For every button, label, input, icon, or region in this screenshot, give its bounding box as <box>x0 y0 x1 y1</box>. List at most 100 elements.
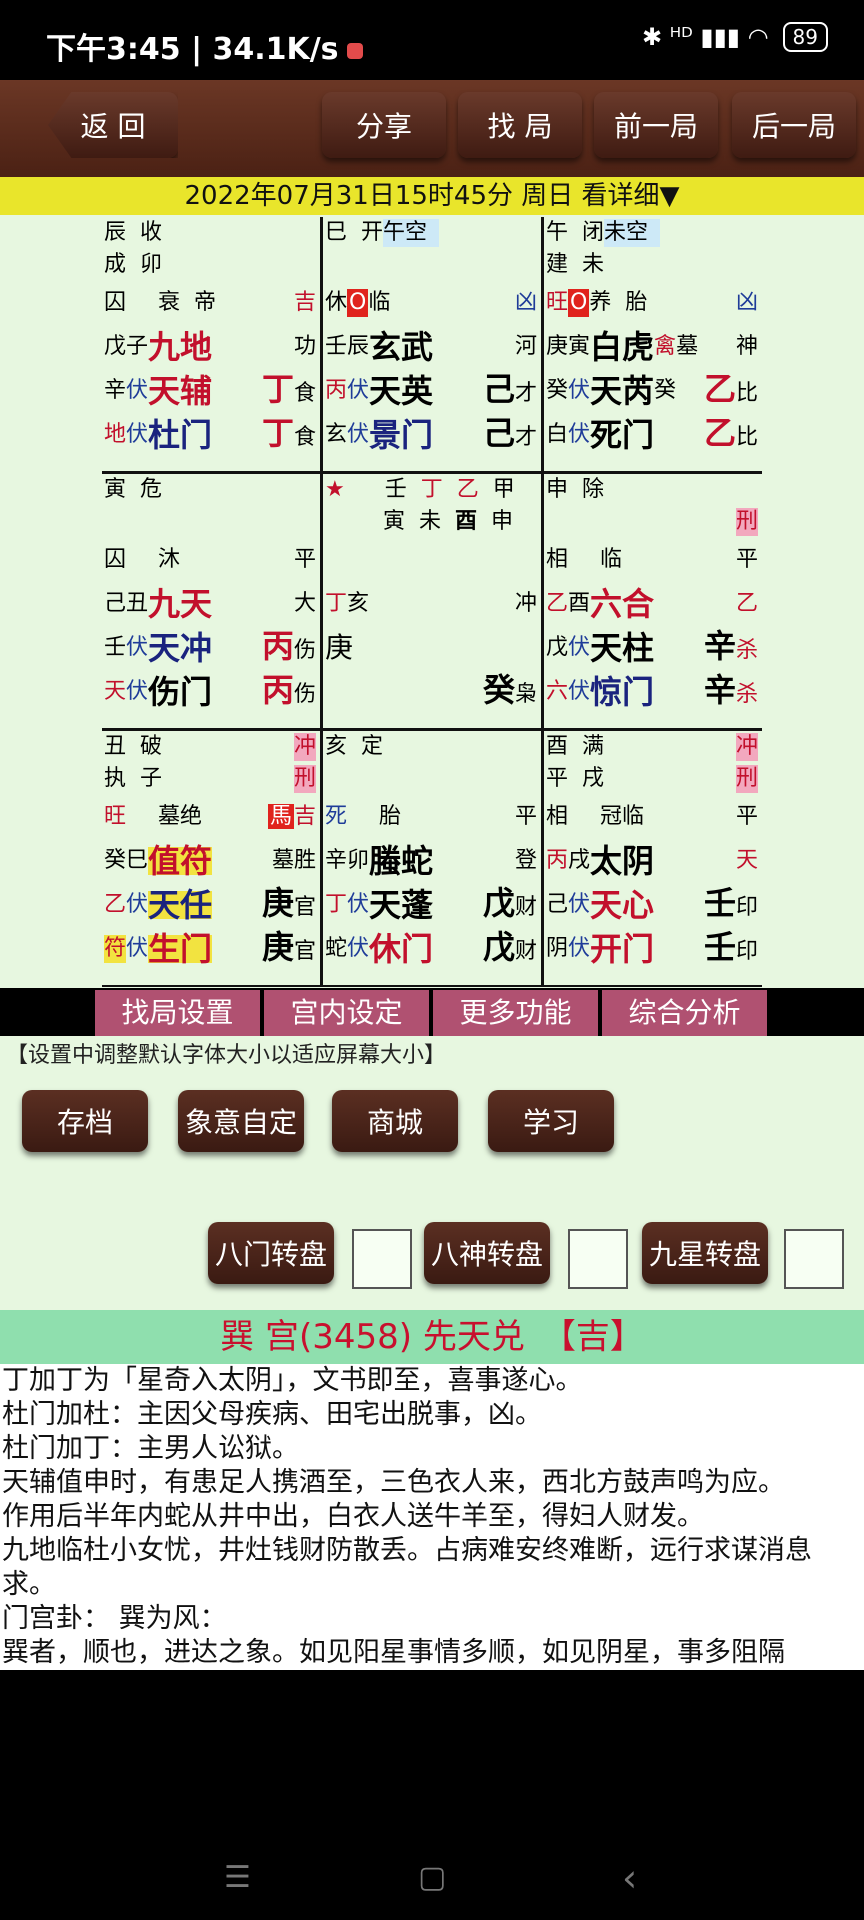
palace-cell-3[interactable]: 午闭未空 建未 旺O养胎凶 庚寅白虎禽墓神 癸伏天芮癸乙比 白伏死门 乙比 <box>544 217 762 471</box>
top-toolbar: 返 回 分享 找 局 前一局 后一局 <box>0 80 864 177</box>
label: 食 <box>293 380 316 406</box>
branch: 酉 <box>568 591 591 616</box>
officer: 满 <box>582 734 605 759</box>
find-button[interactable]: 找 局 <box>458 92 582 158</box>
tab-analysis[interactable]: 综合分析 <box>602 990 767 1036</box>
status-icons: ✱ ᴴᴰ ▮▮▮ ◠ 89 <box>642 22 828 52</box>
back-nav-icon[interactable]: ‹ <box>622 1856 637 1900</box>
palace-cell-7[interactable]: 丑破冲 执子刑 旺墓绝馬吉 癸巳值符 墓胜 乙伏天任 庚官 符伏生门 庚官 <box>102 731 320 985</box>
branch: 酉 <box>455 509 478 534</box>
star: 天英 <box>369 372 434 410</box>
palace-cell-1[interactable]: 辰收 成卯 囚衰帝吉 戊子九地功 辛伏天辅 丁食 地伏杜门 丁食 <box>102 217 320 471</box>
label: 执 <box>104 766 127 791</box>
branch: 子 <box>126 334 149 359</box>
label: 杀 <box>735 681 758 707</box>
share-button[interactable]: 分享 <box>322 92 446 158</box>
prev-button[interactable]: 前一局 <box>594 92 718 158</box>
branch: 申 <box>491 509 514 534</box>
back-button[interactable]: 返 回 <box>48 92 178 158</box>
door: 景门 <box>369 416 434 454</box>
jiuxing-rotate-button[interactable]: 九星转盘 <box>642 1222 768 1284</box>
state: 沐 <box>158 547 181 572</box>
door: 杜门 <box>148 416 213 454</box>
palace-title-bar: 巽 宫(3458) 先天兑 【吉】 <box>0 1310 864 1364</box>
label: 印 <box>735 938 758 964</box>
stem: 辛 <box>104 378 127 403</box>
label: 六 <box>546 679 569 704</box>
branch: 酉 <box>546 734 569 759</box>
stem: 己 <box>104 591 127 616</box>
branch: 未 <box>419 509 442 534</box>
stem: 壬 <box>104 635 127 660</box>
label: 官 <box>293 894 316 920</box>
bamen-checkbox[interactable] <box>352 1229 412 1289</box>
clash-badge: 冲 <box>293 733 316 761</box>
palace-cell-2[interactable]: 巳开午空 休O临凶 壬辰玄武河 丙伏天英 己才 玄伏景门 己才 <box>323 217 541 471</box>
label: 比 <box>735 380 758 406</box>
deity: 值符 <box>148 842 213 880</box>
learn-button[interactable]: 学习 <box>488 1090 614 1152</box>
status-time-text: 下午3:45 | 34.1K/s <box>46 32 339 67</box>
stem: 戊 <box>482 883 515 922</box>
fu-mark: 伏 <box>568 422 591 447</box>
save-button[interactable]: 存档 <box>22 1090 148 1152</box>
state: 临 <box>368 290 391 315</box>
bashen-checkbox[interactable] <box>568 1229 628 1289</box>
tab-palace-settings[interactable]: 宫内设定 <box>264 990 429 1036</box>
palace-cell-8[interactable]: 亥定 死胎平 辛卯螣蛇登 丁伏天蓬 戊财 蛇伏休门 戊财 <box>323 731 541 985</box>
label: 未 <box>582 252 605 277</box>
fu-mark: 伏 <box>568 679 591 704</box>
palace-cell-center[interactable]: ★ 壬丁乙甲 寅未酉申 丁亥冲 庚 癸枭 <box>323 474 541 728</box>
description-line: 作用后半年内蛇从井中出，白衣人送牛羊至，得妇人财发。 <box>2 1501 704 1532</box>
label: 子 <box>140 766 163 791</box>
officer: 破 <box>140 734 163 759</box>
state: 旺 <box>546 290 569 315</box>
label: 才 <box>514 424 537 450</box>
deity: 白虎 <box>590 328 655 366</box>
palace-cell-9[interactable]: 酉满冲 平戌刑 相冠临平 丙戌太阴天 己伏天心 壬印 阴伏开门 壬印 <box>544 731 762 985</box>
officer: 闭 <box>582 220 605 245</box>
fu-mark: 伏 <box>126 679 149 704</box>
system-navbar: ☰ ▢ ‹ <box>0 1840 864 1920</box>
fu-mark: 伏 <box>126 378 149 403</box>
tab-find-settings[interactable]: 找局设置 <box>95 990 260 1036</box>
stem: 丁 <box>325 591 348 616</box>
label: 平 <box>293 547 316 572</box>
branch: 寅 <box>104 477 127 502</box>
stem: 丁 <box>261 369 294 408</box>
next-button[interactable]: 后一局 <box>732 92 856 158</box>
punish-badge: 刑 <box>735 765 758 793</box>
empty-badge: 未空 <box>604 219 661 247</box>
horse-badge: 馬 <box>267 804 294 829</box>
palace-grid: 辰收 成卯 囚衰帝吉 戊子九地功 辛伏天辅 丁食 地伏杜门 丁食 巳开午空 休O临凶… <box>102 217 762 987</box>
fu-mark: 伏 <box>347 422 370 447</box>
stem: 戊 <box>482 927 515 966</box>
label: 阴 <box>546 936 569 961</box>
bashen-rotate-button[interactable]: 八神转盘 <box>424 1222 550 1284</box>
bamen-rotate-button[interactable]: 八门转盘 <box>208 1222 334 1284</box>
label: 玄 <box>325 422 348 447</box>
label: 戌 <box>582 766 605 791</box>
state: 墓 <box>158 804 181 829</box>
punish-badge: 刑 <box>735 508 758 536</box>
tab-more-functions[interactable]: 更多功能 <box>433 990 598 1036</box>
jiuxing-checkbox[interactable] <box>784 1229 844 1289</box>
label: 建 <box>546 252 569 277</box>
star: 天芮 <box>590 372 655 410</box>
stem: 壬 <box>384 477 407 502</box>
label: 平 <box>735 547 758 572</box>
label: 登 <box>514 848 537 873</box>
custom-meaning-button[interactable]: 象意自定 <box>178 1090 304 1152</box>
palace-cell-4[interactable]: 寅危 囚沐平 己丑九天大 壬伏天冲 丙伤 天伏伤门 丙伤 <box>102 474 320 728</box>
stem: 己 <box>482 369 515 408</box>
stem: 乙 <box>546 591 569 616</box>
status-bar: 下午3:45 | 34.1K/s ✱ ᴴᴰ ▮▮▮ ◠ 89 <box>0 0 864 80</box>
palace-cell-6[interactable]: 申除 刑 相临平 乙酉六合乙 戊伏天柱 辛杀 六伏惊门 辛杀 <box>544 474 762 728</box>
home-icon[interactable]: ▢ <box>418 1860 446 1895</box>
menu-icon[interactable]: ☰ <box>224 1860 251 1895</box>
star: 天心 <box>590 886 655 924</box>
date-bar[interactable]: 2022年07月31日15时45分 周日 看详细▼ <box>0 177 864 215</box>
shop-button[interactable]: 商城 <box>332 1090 458 1152</box>
label: 平 <box>735 804 758 829</box>
clash-badge: 冲 <box>735 733 758 761</box>
